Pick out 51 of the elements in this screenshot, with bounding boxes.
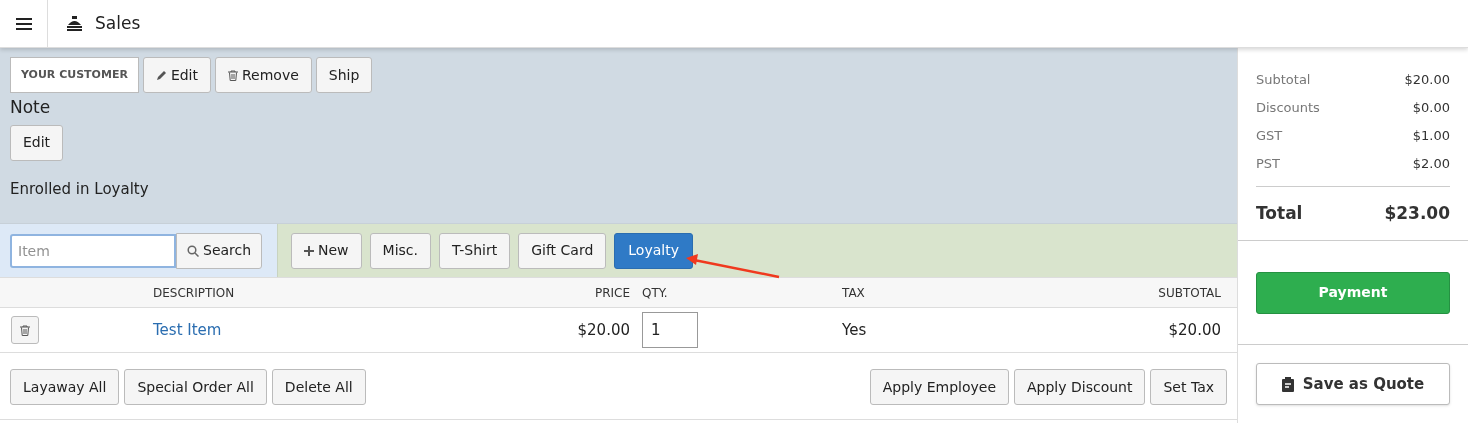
summary-label: Discounts — [1256, 98, 1320, 117]
customer-action-button[interactable]: Ship — [315, 57, 373, 93]
search-button[interactable]: Search — [176, 232, 263, 269]
column-header: QTY. — [642, 285, 668, 300]
tax-cell: Yes — [842, 320, 867, 339]
edit-note-button[interactable]: Edit — [10, 124, 64, 161]
price-cell: $20.00 — [577, 320, 630, 339]
quick-item-button[interactable]: New — [291, 232, 362, 269]
customer-action-button[interactable]: Remove — [215, 57, 312, 93]
bell-icon — [66, 16, 83, 31]
trash-icon — [20, 324, 30, 336]
quick-item-button[interactable]: Misc. — [369, 232, 431, 269]
quick-item-button[interactable]: T-Shirt — [438, 232, 511, 269]
total-value: $23.00 — [1384, 201, 1450, 225]
summary-value: $20.00 — [1404, 70, 1450, 89]
summary-label: PST — [1256, 154, 1281, 173]
menu-icon[interactable] — [15, 16, 32, 31]
summary-label: Subtotal — [1256, 70, 1311, 89]
cart-action-button[interactable]: Special Order All — [124, 369, 267, 405]
note-heading: Note — [10, 96, 52, 119]
column-header: TAX — [842, 285, 865, 300]
delete-row-button[interactable] — [11, 316, 39, 344]
item-link[interactable]: Test Item — [153, 320, 222, 339]
quick-item-button[interactable]: Loyalty — [614, 232, 693, 269]
cart-action-button[interactable]: Delete All — [271, 369, 366, 405]
quantity-field[interactable]: 1 — [642, 312, 698, 348]
clipboard-icon — [1281, 376, 1295, 392]
subtotal-cell: $20.00 — [1168, 320, 1221, 339]
column-header: SUBTOTAL — [1158, 285, 1221, 300]
summary-value: $2.00 — [1412, 154, 1450, 173]
summary-label: GST — [1256, 126, 1283, 145]
quick-item-button[interactable]: Gift Card — [518, 232, 607, 269]
cart-action-button[interactable]: Apply Discount — [1014, 369, 1146, 405]
cart-action-button[interactable]: Layaway All — [10, 369, 120, 405]
search-icon — [187, 244, 199, 257]
loyalty-status: Enrolled in Loyalty — [10, 178, 150, 200]
pencil-icon — [155, 69, 167, 81]
save-as-quote-button[interactable]: Save as Quote — [1256, 363, 1450, 405]
customer-box[interactable]: YOUR CUSTOMER — [10, 57, 139, 93]
trash-icon — [228, 69, 238, 81]
page-title: Sales — [95, 11, 141, 35]
item-search-field[interactable]: Item — [10, 233, 176, 268]
summary-value: $0.00 — [1412, 98, 1450, 117]
cart-action-button[interactable]: Apply Employee — [869, 369, 1009, 405]
cart-action-button[interactable]: Set Tax — [1150, 369, 1227, 405]
plus-icon — [304, 245, 314, 256]
total-label: Total — [1256, 201, 1303, 225]
column-header: PRICE — [594, 285, 630, 300]
summary-value: $1.00 — [1412, 126, 1450, 145]
column-header: DESCRIPTION — [153, 285, 235, 300]
customer-action-button[interactable]: Edit — [142, 57, 211, 93]
